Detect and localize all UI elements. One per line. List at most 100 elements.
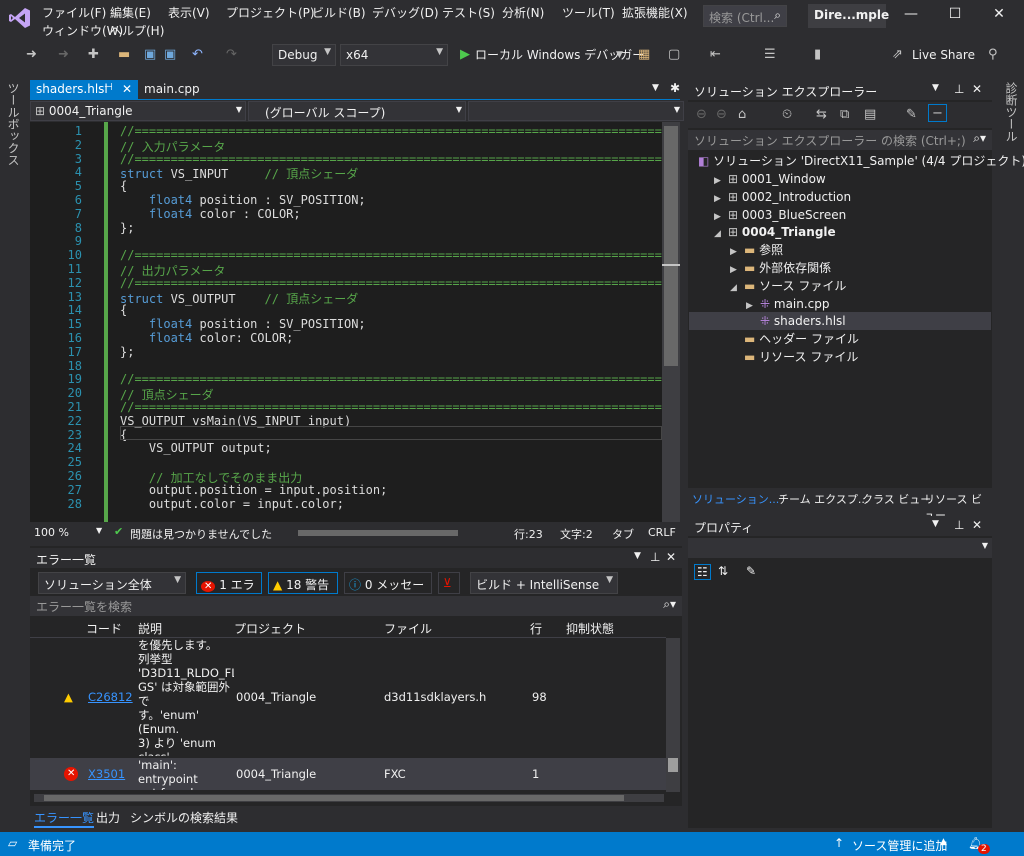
scrollbar-thumb[interactable] (668, 758, 678, 772)
code-line[interactable]: }; (120, 221, 134, 235)
indent-mode[interactable]: タブ (612, 526, 634, 542)
zoom-level[interactable]: 100 % (34, 526, 69, 539)
code-line[interactable]: }; (120, 345, 134, 359)
back-icon[interactable]: ➜ (26, 46, 37, 64)
chevron-down-icon[interactable]: ▼ (634, 551, 641, 561)
chevron-down-icon[interactable]: ▼ (932, 83, 939, 93)
chevron-down-icon[interactable]: ▼ (616, 46, 623, 64)
table-row[interactable]: ✕ X3501 'main': entrypoint not found 0004_T… (30, 758, 666, 790)
maximize-button[interactable]: ☐ (940, 6, 970, 28)
save-all-icon[interactable]: ▣ (164, 46, 176, 64)
column-description[interactable]: 説明 (138, 620, 162, 637)
errors-filter-button[interactable]: ✕ 1 エラー (196, 572, 262, 609)
messages-filter-button[interactable]: ⓘ 0 メッセージ (344, 572, 432, 609)
solution-tab[interactable]: ソリューション... (692, 491, 779, 507)
bottom-tab[interactable]: 出力 (96, 809, 120, 826)
live-share-button[interactable]: Live Share (912, 46, 975, 64)
scrollbar-thumb[interactable] (664, 126, 678, 366)
gear-icon[interactable]: ✱ (670, 81, 680, 95)
filter-icon[interactable]: ⊻ (438, 572, 460, 594)
menu-item[interactable]: プロジェクト(P) (226, 4, 315, 21)
error-list-scrollbar[interactable] (666, 638, 680, 792)
tab-main-cpp[interactable]: main.cpp (138, 80, 218, 100)
solution-tree-item[interactable]: ▶ ▬ 参照 (689, 241, 991, 259)
search-input[interactable]: 検索 (Ctrl... ⌕ (703, 5, 787, 27)
bookmark-icon[interactable]: ▮ (814, 46, 821, 64)
code-line[interactable]: //======================================… (120, 372, 662, 386)
forward-icon[interactable]: ➜ (58, 46, 69, 64)
member-select[interactable]: ▼ (468, 101, 684, 121)
solution-tree-item[interactable]: ▬ リソース ファイル (689, 348, 991, 366)
pending-changes-icon[interactable]: ⏲ (782, 106, 792, 124)
error-scope-select[interactable]: ソリューション全体 ▼ (38, 572, 186, 594)
properties-wrench-icon[interactable]: ✎ (906, 106, 917, 124)
menu-item[interactable]: 拡張機能(X) (622, 4, 688, 21)
code-line[interactable]: //======================================… (120, 400, 662, 414)
collapse-all-icon[interactable]: ⧉ (840, 106, 849, 124)
close-icon[interactable]: ✕ (972, 82, 982, 96)
solution-tree-item[interactable]: ▶ ⊞ 0003_BlueScreen (689, 206, 991, 224)
close-button[interactable]: ✕ (984, 6, 1014, 28)
issues-status[interactable]: 問題は見つかりませんでした (130, 526, 272, 542)
source-control-button[interactable]: ソース管理に追加 (852, 837, 947, 854)
solution-tree-item[interactable]: ▶ ⊞ 0002_Introduction (689, 188, 991, 206)
window-icon[interactable]: ▢ (668, 46, 680, 64)
code-line[interactable]: //======================================… (120, 276, 662, 290)
solution-search-input[interactable]: ソリューション エクスプローラー の検索 (Ctrl+;) ⌕▾ (688, 130, 992, 150)
column-line[interactable]: 行 (530, 620, 542, 637)
back-icon[interactable]: ⊖ (696, 106, 707, 124)
code-line[interactable]: //======================================… (120, 124, 662, 138)
column-project[interactable]: プロジェクト (234, 620, 306, 637)
code-line[interactable]: float4 position : SV_POSITION; (120, 317, 366, 331)
solution-name-badge[interactable]: Dire...mple (808, 4, 889, 28)
table-row[interactable]: ▲ C26812 を優先します。 列挙型 'D3D11_RLDO_FLA GS' は… (30, 638, 666, 756)
redo-icon[interactable]: ↷ (226, 46, 237, 64)
code-line[interactable]: { (120, 303, 127, 317)
open-folder-icon[interactable]: ▬ (118, 46, 130, 64)
line-ending[interactable]: CRLF (648, 526, 676, 539)
horizontal-scroll-thumb[interactable] (298, 530, 458, 536)
forward-icon[interactable]: ⊖ (716, 106, 727, 124)
play-icon[interactable]: ▶ (460, 46, 470, 64)
sync-icon[interactable]: ⇆ (816, 106, 827, 124)
close-icon[interactable]: ✕ (972, 518, 982, 532)
scope-select[interactable]: (グローバル スコープ) ▼ (248, 101, 466, 121)
tab-shaders-hlsl[interactable]: shaders.hlsl ⊣ ✕ (30, 80, 138, 100)
bottom-tab[interactable]: エラー一覧 (34, 809, 95, 828)
solution-tree-item[interactable]: ⁜ shaders.hlsl (689, 312, 991, 331)
configuration-select[interactable]: Debug ▼ (272, 44, 336, 66)
error-hscroll[interactable] (34, 794, 664, 802)
pin-icon[interactable]: ⊣ (104, 82, 113, 93)
column-code[interactable]: コード (86, 620, 122, 637)
menu-item[interactable]: ツール(T) (562, 4, 615, 21)
code-line[interactable]: //======================================… (120, 248, 662, 262)
code-line[interactable]: float4 position : SV_POSITION; (120, 193, 366, 207)
close-icon[interactable]: ✕ (122, 82, 132, 96)
solution-tree-item[interactable]: ◢ ⊞ 0004_Triangle (689, 223, 991, 241)
code-line[interactable]: { (120, 179, 127, 193)
code-line[interactable]: struct VS_INPUT // 頂点シェーダ (120, 165, 358, 182)
menu-item[interactable]: 分析(N) (502, 4, 544, 21)
preview-icon[interactable]: − (928, 104, 947, 122)
menu-item[interactable]: テスト(S) (442, 4, 495, 21)
error-code[interactable]: C26812 (88, 690, 133, 704)
save-icon[interactable]: ▣ (144, 46, 156, 64)
menu-item[interactable]: ビルド(B) (312, 4, 366, 21)
pin-icon[interactable]: ⊥ (650, 550, 660, 564)
code-editor[interactable]: 1 //=====================================… (30, 122, 662, 522)
code-line[interactable]: float4 color: COLOR; (120, 331, 294, 345)
error-search-input[interactable]: エラー一覧を検索 ⌕▾ (30, 596, 682, 616)
solution-tree-item[interactable]: ▶ ⊞ 0001_Window (689, 170, 991, 188)
pin-icon[interactable]: ⊥ (954, 518, 964, 532)
menu-item[interactable]: ファイル(F) (42, 4, 106, 21)
undo-icon[interactable]: ↶ (192, 46, 203, 64)
live-share-icon[interactable]: ⇗ (892, 46, 903, 64)
comment-icon[interactable]: ☰ (764, 46, 776, 64)
new-project-icon[interactable]: ✚ (88, 46, 99, 64)
code-line[interactable]: VS_OUTPUT output; (120, 441, 272, 455)
diagnostics-tab[interactable]: 診断ツール (1003, 82, 1020, 142)
platform-select[interactable]: x64 ▼ (340, 44, 448, 66)
hot-reload-icon[interactable]: ▦ (638, 46, 650, 64)
close-icon[interactable]: ✕ (666, 550, 676, 564)
menu-item[interactable]: 編集(E) (110, 4, 151, 21)
